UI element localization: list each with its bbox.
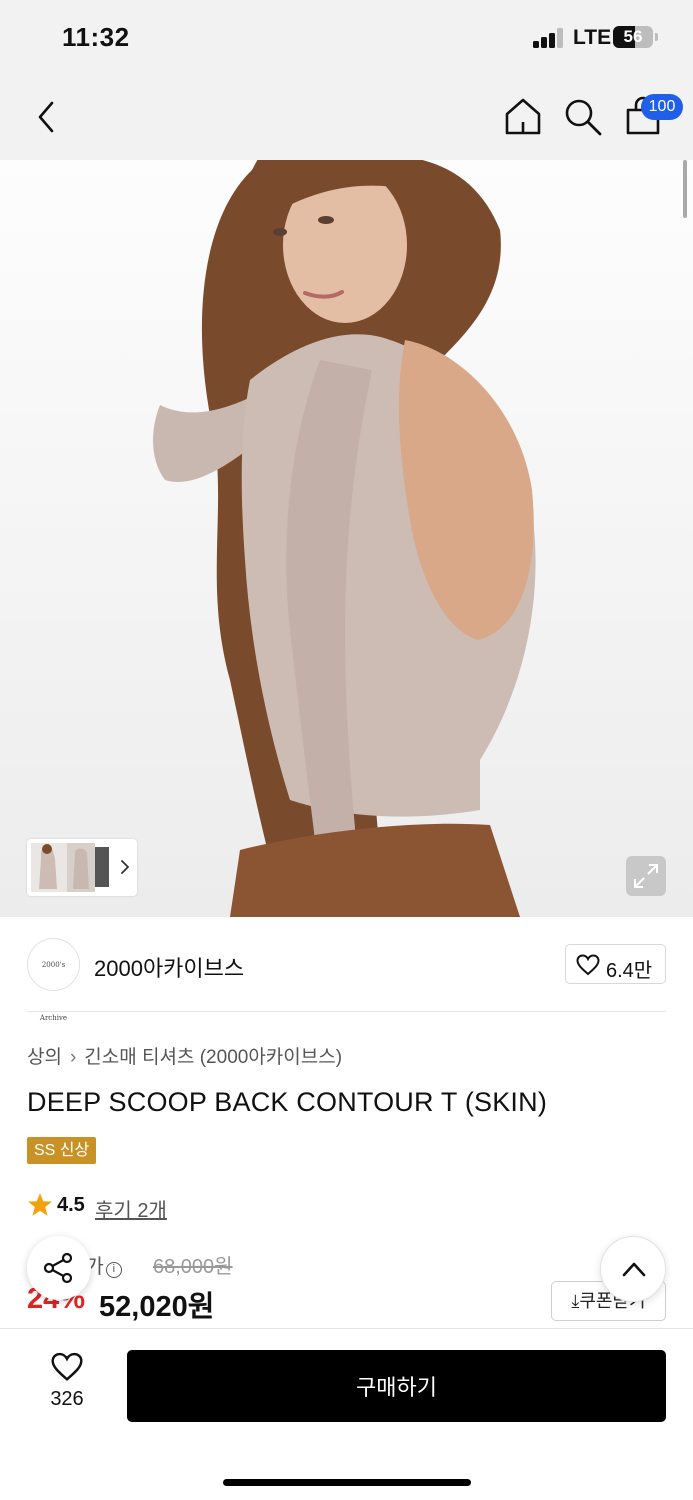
- status-bar: 11:32 LTE 56: [0, 0, 693, 76]
- brand-like-count: 6.4만: [606, 960, 653, 982]
- share-icon: [43, 1252, 73, 1284]
- chevron-up-icon: [622, 1262, 646, 1277]
- battery-level: 56: [623, 27, 643, 46]
- top-nav: [0, 76, 693, 160]
- expand-image-button[interactable]: [626, 856, 666, 896]
- wishlist-button[interactable]: 326: [38, 1352, 96, 1418]
- network-label: LTE: [573, 26, 612, 49]
- rating-score: 4.5: [57, 1194, 85, 1216]
- divider: [27, 1011, 666, 1012]
- signal-icon: [533, 28, 565, 48]
- product-title: DEEP SCOOP BACK CONTOUR T (SKIN): [27, 1087, 548, 1117]
- star-icon: [28, 1193, 52, 1216]
- thumbnail-strip: [31, 843, 129, 892]
- heart-icon: [576, 954, 600, 976]
- heart-icon: [51, 1352, 83, 1381]
- breadcrumb-category[interactable]: 상의: [27, 1047, 62, 1068]
- review-count-link[interactable]: 후기 2개: [95, 1194, 167, 1223]
- battery-icon: 56: [613, 26, 653, 48]
- info-icon[interactable]: i: [105, 1262, 122, 1278]
- breadcrumb-subcategory[interactable]: 긴소매 티셔츠 (2000아카이브스): [84, 1047, 342, 1068]
- breadcrumb: 상의 › 긴소매 티셔츠 (2000아카이브스): [27, 1042, 342, 1069]
- expand-icon: [634, 864, 658, 888]
- home-icon[interactable]: [503, 96, 543, 136]
- new-season-tag: SS 신상: [27, 1137, 97, 1164]
- battery-tip: [655, 33, 658, 41]
- brand-name[interactable]: 2000아카이브스: [94, 951, 244, 983]
- cart-count-badge: 100: [641, 94, 683, 120]
- home-indicator: [223, 1479, 471, 1486]
- product-image[interactable]: [0, 160, 693, 917]
- product-photo: [153, 160, 536, 917]
- back-icon[interactable]: [34, 100, 60, 134]
- scroll-top-button[interactable]: [600, 1236, 666, 1302]
- search-icon[interactable]: [563, 97, 603, 137]
- share-button[interactable]: [27, 1236, 91, 1300]
- sale-price: 52,020원: [99, 1291, 215, 1323]
- brand-like-button[interactable]: 6.4만: [565, 944, 666, 984]
- buy-button[interactable]: 구매하기: [127, 1350, 666, 1422]
- gallery-thumbnails[interactable]: [27, 839, 137, 896]
- wishlist-count: 326: [50, 1388, 84, 1410]
- clock: 11:32: [62, 22, 130, 52]
- page-scrollbar[interactable]: [683, 160, 687, 218]
- brand-logo[interactable]: 2000's Archive: [27, 938, 80, 1022]
- chevron-right-icon: ›: [69, 1047, 77, 1068]
- original-price: 68,000원: [153, 1256, 233, 1278]
